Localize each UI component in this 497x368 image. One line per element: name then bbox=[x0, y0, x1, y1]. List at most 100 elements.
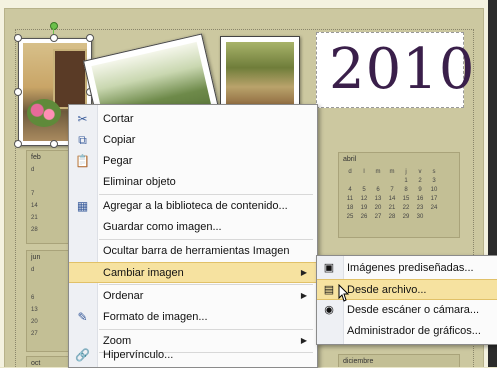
menu-item-label: Pegar bbox=[103, 155, 133, 167]
menu-item-label: Agregar a la biblioteca de contenido... bbox=[103, 200, 288, 212]
day-cell: 22 bbox=[402, 205, 410, 211]
menu-item-guardar-imagen[interactable]: Guardar como imagen... bbox=[69, 217, 317, 238]
menu-item-label: Cortar bbox=[103, 113, 134, 125]
photo-door-detail bbox=[53, 49, 87, 109]
year-text-box[interactable]: 2010 bbox=[316, 32, 475, 108]
jun-day: d bbox=[31, 267, 35, 273]
day-cell: 18 bbox=[346, 205, 354, 211]
menu-item-ocultar-barra[interactable]: Ocultar barra de herramientas Imagen bbox=[69, 241, 317, 262]
day-cell: 2 bbox=[418, 178, 422, 184]
day-cell: 28 bbox=[388, 214, 396, 220]
menu-item-ordenar[interactable]: Ordenar ▶ bbox=[69, 286, 317, 307]
weekday-label: l bbox=[363, 169, 365, 175]
day-cell: 13 bbox=[374, 196, 382, 202]
feb-day: 21 bbox=[31, 215, 38, 221]
day-cell: 6 bbox=[376, 187, 380, 193]
submenu-item-administrador-graficos[interactable]: Administrador de gráficos... bbox=[317, 321, 497, 342]
menu-item-pegar[interactable]: 📋 Pegar bbox=[69, 151, 317, 172]
weekday-label: j bbox=[405, 169, 407, 175]
submenu-item-desde-escaner[interactable]: ◉ Desde escáner o cámara... bbox=[317, 300, 497, 321]
day-cell: 11 bbox=[346, 196, 354, 202]
menu-item-cambiar-imagen[interactable]: Cambiar imagen ▶ bbox=[69, 262, 317, 283]
menu-item-hipervinculo[interactable]: 🔗 Hipervínculo... bbox=[69, 345, 317, 366]
jun-day: 27 bbox=[31, 331, 38, 337]
submenu-item-label: Imágenes prediseñadas... bbox=[347, 262, 474, 274]
submenu-arrow-icon: ▶ bbox=[300, 291, 307, 300]
day-cell bbox=[371, 178, 385, 184]
day-cell: 1 bbox=[404, 178, 408, 184]
submenu-item-label: Desde escáner o cámara... bbox=[347, 304, 480, 316]
submenu-arrow-icon: ▶ bbox=[300, 268, 307, 277]
photo-flowers-detail bbox=[27, 99, 61, 127]
resize-handle-t[interactable] bbox=[50, 34, 58, 42]
jun-day: 13 bbox=[31, 307, 38, 313]
library-icon: ▦ bbox=[76, 199, 89, 213]
month-block-diciembre: diciembre bbox=[338, 354, 460, 367]
weekday-label: m bbox=[375, 169, 381, 175]
day-cell: 29 bbox=[402, 214, 410, 220]
menu-separator bbox=[99, 194, 313, 195]
day-cell bbox=[357, 178, 371, 184]
submenu-arrow-icon: ▶ bbox=[300, 336, 307, 345]
day-cell: 14 bbox=[388, 196, 396, 202]
month-name-oct: oct bbox=[31, 360, 41, 367]
menu-item-cortar[interactable]: ✂ Cortar bbox=[69, 109, 317, 130]
day-cell: 25 bbox=[346, 214, 354, 220]
day-cell: 15 bbox=[402, 196, 410, 202]
menu-item-copiar[interactable]: ⧉ Copiar bbox=[69, 130, 317, 151]
menu-item-label: Ordenar bbox=[103, 290, 144, 302]
day-cell: 24 bbox=[430, 205, 438, 211]
month-name-abril: abril bbox=[343, 156, 357, 163]
scissors-icon: ✂ bbox=[77, 112, 88, 126]
weekday-label: s bbox=[432, 169, 436, 175]
feb-day: d bbox=[31, 167, 35, 173]
resize-handle-bl[interactable] bbox=[14, 140, 22, 148]
resize-handle-tr[interactable] bbox=[86, 34, 94, 42]
menu-item-formato-imagen[interactable]: ✎ Formato de imagen... bbox=[69, 307, 317, 328]
day-cell: 12 bbox=[360, 196, 368, 202]
submenu-item-imagenes-prediseñadas[interactable]: ▣ Imágenes prediseñadas... bbox=[317, 258, 497, 279]
month-name-jun: jun bbox=[31, 254, 41, 261]
paste-icon: 📋 bbox=[75, 154, 90, 168]
resize-handle-l[interactable] bbox=[14, 88, 22, 96]
menu-item-label: Formato de imagen... bbox=[103, 311, 208, 323]
weekday-label: v bbox=[418, 169, 422, 175]
day-cell: 27 bbox=[374, 214, 382, 220]
day-cell: 21 bbox=[388, 205, 396, 211]
resize-handle-b[interactable] bbox=[50, 140, 58, 148]
hyperlink-icon: 🔗 bbox=[75, 348, 90, 362]
menu-separator bbox=[99, 239, 313, 240]
scanner-icon: ◉ bbox=[324, 304, 334, 316]
menu-separator bbox=[99, 284, 313, 285]
month-name-feb: feb bbox=[31, 154, 41, 161]
menu-item-label: Guardar como imagen... bbox=[103, 221, 222, 233]
day-cell: 26 bbox=[360, 214, 368, 220]
feb-day: 28 bbox=[31, 227, 38, 233]
menu-item-label: Ocultar barra de herramientas Imagen bbox=[103, 245, 290, 257]
weekday-label: m bbox=[389, 169, 395, 175]
menu-item-label: Cambiar imagen bbox=[103, 267, 184, 279]
menu-item-eliminar-objeto[interactable]: Eliminar objeto bbox=[69, 172, 317, 193]
day-cell: 8 bbox=[404, 187, 408, 193]
day-cell: 20 bbox=[374, 205, 382, 211]
feb-day: 14 bbox=[31, 203, 38, 209]
rotate-handle[interactable] bbox=[50, 22, 58, 30]
day-cell: 4 bbox=[348, 187, 352, 193]
day-cell bbox=[427, 214, 441, 220]
clipart-icon: ▣ bbox=[323, 262, 335, 274]
day-cell: 9 bbox=[418, 187, 422, 193]
photo-garden[interactable] bbox=[220, 36, 300, 112]
weekday-label: d bbox=[348, 169, 352, 175]
menu-separator bbox=[99, 329, 313, 330]
day-cell bbox=[385, 178, 399, 184]
abril-day-grid: d l m m j v s 1 2 3 4 5 6 7 8 9 10 11 12 13 14 15 16 17 18 19 20 21… bbox=[343, 169, 441, 220]
menu-item-label: Hipervínculo... bbox=[103, 349, 174, 361]
menu-item-agregar-biblioteca[interactable]: ▦ Agregar a la biblioteca de contenido..… bbox=[69, 196, 317, 217]
resize-handle-tl[interactable] bbox=[14, 34, 22, 42]
day-cell: 30 bbox=[416, 214, 424, 220]
copy-icon: ⧉ bbox=[78, 133, 87, 147]
jun-day: 20 bbox=[31, 319, 38, 325]
day-cell: 23 bbox=[416, 205, 424, 211]
jun-day: 6 bbox=[31, 295, 35, 301]
submenu-item-label: Administrador de gráficos... bbox=[347, 325, 481, 337]
